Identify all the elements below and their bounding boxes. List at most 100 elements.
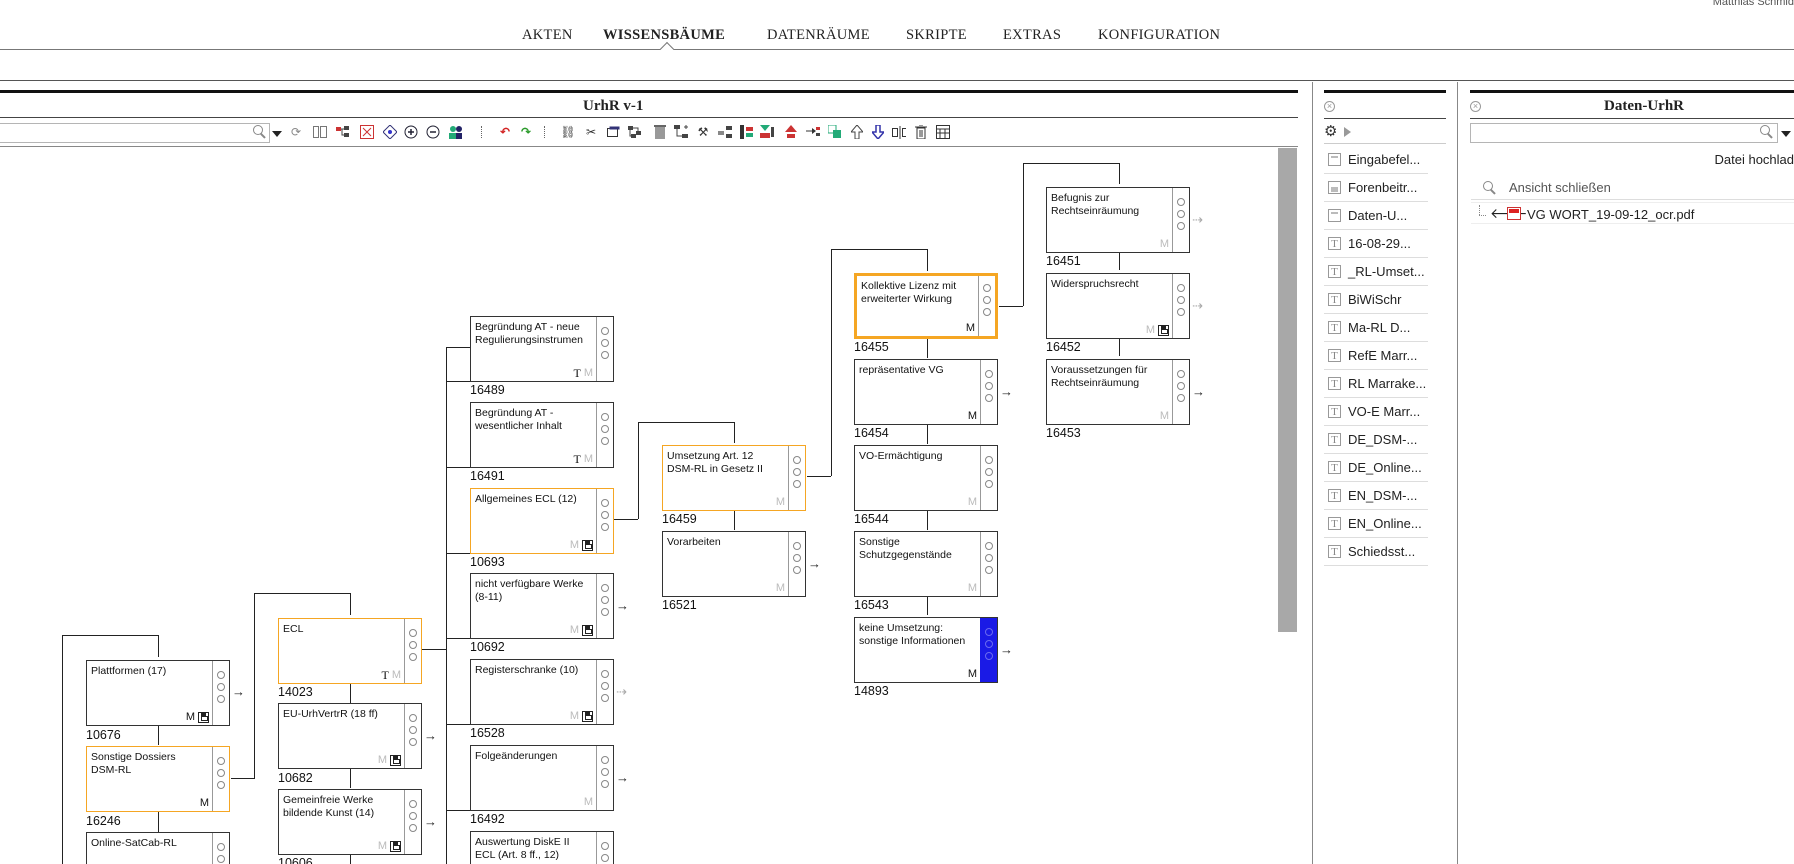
nav-extras[interactable]: EXTRAS — [1003, 27, 1061, 44]
network-icon[interactable] — [383, 125, 397, 139]
trash-icon[interactable] — [914, 125, 928, 139]
text-icon: T — [1328, 265, 1341, 278]
tree-node[interactable]: Begründung AT - wesentlicher Inhalt TM — [470, 402, 614, 468]
list-item[interactable]: T RefE Marr... — [1324, 344, 1428, 370]
grid-icon[interactable] — [936, 125, 950, 139]
list-item[interactable]: T _RL-Umset... — [1324, 260, 1428, 286]
tree-node[interactable]: Kollektive Lizenz mit erweiterter Wirkun… — [854, 273, 998, 339]
tree-node[interactable]: ECL TM — [278, 618, 422, 684]
list-item[interactable]: Eingabefel... — [1324, 148, 1428, 174]
text-icon: T — [1328, 489, 1341, 502]
tree-panel-title-divider — [0, 117, 1298, 118]
merge-icon[interactable] — [828, 125, 842, 139]
fit-icon[interactable] — [360, 125, 374, 139]
text-icon: T — [1328, 545, 1341, 558]
tree-node[interactable]: nicht verfügbare Werke (8-11) M — [470, 573, 614, 639]
panel-separator — [1457, 82, 1458, 864]
list-item[interactable]: Daten-U... — [1324, 204, 1428, 230]
node-id: 16246 — [86, 814, 121, 828]
tree-node[interactable]: Sonstige Dossiers DSM-RL M — [86, 746, 230, 812]
close-view-label: Ansicht schließen — [1509, 180, 1611, 195]
align-icon[interactable] — [892, 125, 906, 139]
search-dropdown-icon[interactable] — [1781, 131, 1791, 137]
undo-icon[interactable]: ↶ — [498, 125, 512, 139]
close-view-button[interactable]: Ansicht schließen — [1471, 176, 1794, 200]
node-label: Widerspruchsrecht — [1051, 278, 1139, 290]
file-list-item[interactable]: 🡐 VG WORT_19-09-12_ocr.pdf — [1471, 202, 1794, 224]
tree-node[interactable]: Auswertung DiskE II ECL (Art. 8 ff., 12) — [470, 831, 614, 864]
close-icon[interactable]: × — [1470, 101, 1481, 112]
list-item[interactable]: T EN_Online... — [1324, 512, 1428, 538]
nav-wissensbaeume[interactable]: WISSENSBÄUME — [603, 27, 725, 44]
tree-node[interactable]: repräsentative VG M — [854, 359, 998, 425]
nav-akten[interactable]: AKTEN — [522, 27, 573, 44]
tree-node[interactable]: keine Umsetzung: sonstige Informationen … — [854, 617, 998, 683]
redo-icon[interactable]: ↷ — [519, 125, 533, 139]
tree-node[interactable]: Plattformen (17) M — [86, 660, 230, 726]
nav-skripte[interactable]: SKRIPTE — [906, 27, 967, 44]
text-icon: T — [1328, 405, 1341, 418]
search-dropdown-icon[interactable] — [272, 131, 282, 137]
search-icon[interactable] — [253, 125, 267, 139]
nav-datenraeume[interactable]: DATENRÄUME — [767, 27, 870, 44]
sort-icon[interactable] — [740, 125, 754, 139]
text-icon: T — [1328, 517, 1341, 530]
list-item[interactable]: Forenbeitr... — [1324, 176, 1428, 202]
split-icon[interactable] — [760, 125, 774, 139]
list-item[interactable]: T Schiedsst... — [1324, 540, 1428, 566]
users-icon[interactable] — [448, 125, 462, 139]
tree-node[interactable]: Folgeänderungen M — [470, 745, 614, 811]
tree-node[interactable]: Online-SatCab-RL — [86, 832, 230, 864]
zoom-in-icon[interactable] — [404, 125, 418, 139]
tree-node[interactable]: Widerspruchsrecht M — [1046, 273, 1190, 339]
tree-node[interactable]: Sonstige Schutzgegenstände M — [854, 531, 998, 597]
tree-node[interactable]: Umsetzung Art. 12 DSM-RL in Gesetz II M — [662, 445, 806, 511]
node-label: Voraussetzungen für Rechtseinräumung — [1051, 364, 1148, 389]
add-child-icon[interactable] — [674, 125, 688, 139]
upload-file-link[interactable]: Datei hochlad — [1715, 152, 1794, 167]
close-icon[interactable]: × — [1324, 101, 1335, 112]
nav-konfiguration[interactable]: KONFIGURATION — [1098, 27, 1220, 44]
node-id: 16528 — [470, 726, 505, 740]
copy-icon[interactable] — [606, 125, 620, 139]
tree-node[interactable]: VO-Ermächtigung M — [854, 445, 998, 511]
expand-icon[interactable] — [806, 125, 820, 139]
list-item[interactable]: T DE_Online... — [1324, 456, 1428, 482]
list-item[interactable]: T 16-08-29... — [1324, 232, 1428, 258]
up-icon[interactable] — [850, 125, 864, 139]
paste-icon[interactable] — [628, 125, 642, 139]
knowledge-tree-canvas[interactable]: Plattformen (17) M → 10676 Sonstige Doss… — [0, 146, 1296, 864]
tree-node[interactable]: Voraussetzungen für Rechtseinräumung M — [1046, 359, 1190, 425]
list-item[interactable]: T RL Marrake... — [1324, 372, 1428, 398]
list-item[interactable]: T DE_DSM-... — [1324, 428, 1428, 454]
tree-node[interactable]: Registerschranke (10) M — [470, 659, 614, 725]
refresh-icon[interactable]: ⟳ — [289, 125, 303, 139]
gear-icon[interactable]: ⚙ — [1324, 124, 1337, 139]
connect-icon[interactable]: ⚒ — [696, 125, 710, 139]
move-icon[interactable] — [718, 125, 732, 139]
columns-icon[interactable] — [313, 125, 327, 139]
collapse-icon[interactable] — [784, 125, 798, 139]
play-icon[interactable] — [1344, 127, 1351, 137]
delete-icon[interactable] — [653, 125, 667, 139]
zoom-out-icon[interactable] — [426, 125, 440, 139]
list-item[interactable]: T Ma-RL D... — [1324, 316, 1428, 342]
list-item[interactable]: T BiWiSchr — [1324, 288, 1428, 314]
tree-node[interactable]: Begründung AT - neue Regulierungsinstrum… — [470, 316, 614, 382]
cut-icon[interactable]: ✂ — [584, 125, 598, 139]
link-icon[interactable]: ⛓ — [560, 125, 575, 139]
tree-node[interactable]: Allgemeines ECL (12) M — [470, 488, 614, 554]
list-item[interactable]: T VO-E Marr... — [1324, 400, 1428, 426]
tree-node[interactable]: Befugnis zur Rechtseinräumung M — [1046, 187, 1190, 253]
tree-scrollbar[interactable] — [1278, 148, 1297, 632]
file-search-input[interactable] — [1470, 123, 1778, 143]
tree-node[interactable]: EU-UrhVertrR (18 ff) M — [278, 703, 422, 769]
search-icon[interactable] — [1760, 125, 1774, 139]
tree-search-input[interactable] — [0, 123, 270, 143]
save-icon — [198, 712, 209, 723]
tree-node[interactable]: Gemeinfreie Werke bildende Kunst (14) M — [278, 789, 422, 855]
tree-node[interactable]: Vorarbeiten M — [662, 531, 806, 597]
down-icon[interactable] — [871, 125, 885, 139]
list-item[interactable]: T EN_DSM-... — [1324, 484, 1428, 510]
tree-layout-icon[interactable] — [336, 125, 350, 139]
